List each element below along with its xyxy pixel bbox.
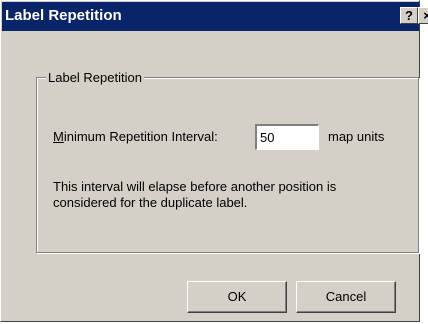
interval-description: This interval will elapse before another… bbox=[53, 179, 337, 210]
mnemonic-letter: M bbox=[53, 129, 64, 144]
ok-button[interactable]: OK bbox=[187, 281, 287, 313]
groupbox-legend: Label Repetition bbox=[46, 70, 144, 85]
min-repetition-interval-label: Minimum Repetition Interval: bbox=[53, 129, 218, 144]
cancel-button[interactable]: Cancel bbox=[296, 281, 396, 313]
label-repetition-dialog: Label Repetition ? × Label Repetition Mi… bbox=[0, 0, 428, 322]
label-repetition-groupbox bbox=[36, 77, 419, 253]
title-bar[interactable]: Label Repetition ? × bbox=[2, 2, 428, 31]
min-repetition-interval-input[interactable] bbox=[255, 124, 319, 150]
window-title: Label Repetition bbox=[5, 7, 122, 24]
close-button[interactable]: × bbox=[418, 7, 428, 24]
help-button[interactable]: ? bbox=[400, 7, 418, 24]
map-units-label: map units bbox=[328, 129, 385, 144]
min-repetition-interval-label-text: inimum Repetition Interval: bbox=[63, 129, 218, 144]
